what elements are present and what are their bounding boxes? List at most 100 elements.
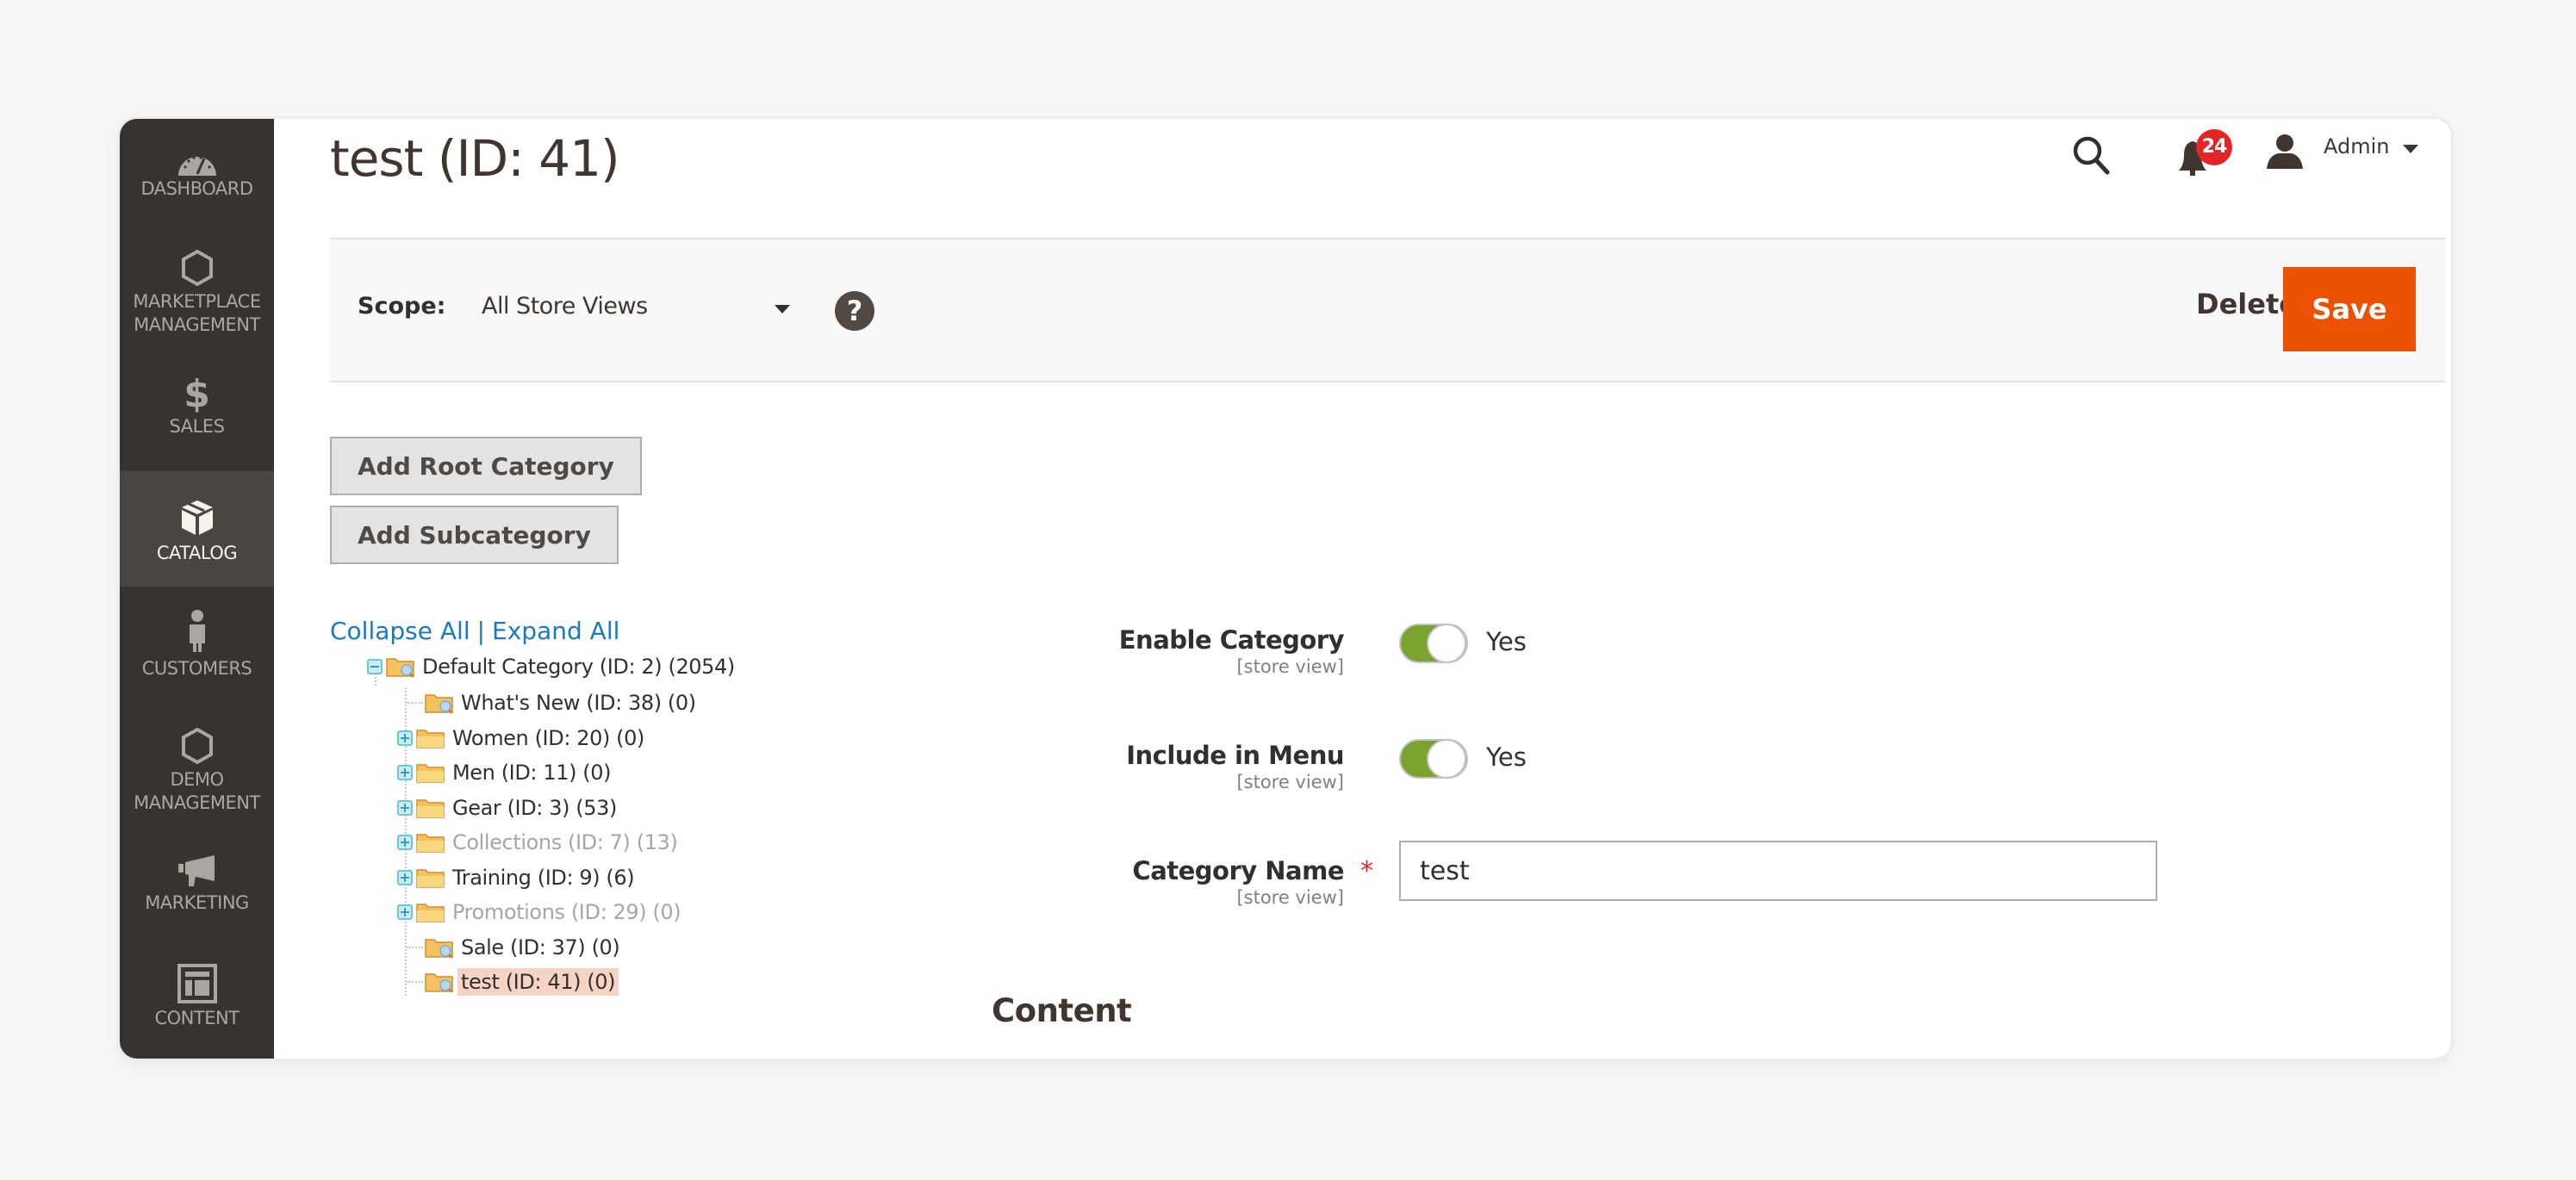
tree-node-label: test (ID: 41) (0) — [457, 968, 619, 996]
user-avatar-icon[interactable] — [2265, 133, 2305, 169]
page-actions-bar: Scope: All Store Views ? Delete Save — [330, 238, 2446, 382]
field-scope: [store view] — [1236, 772, 1344, 792]
hexagon-icon — [181, 249, 213, 287]
folder-anchor-icon — [425, 939, 453, 959]
tree-connector — [406, 702, 423, 704]
section-content[interactable]: Content — [992, 958, 2451, 1059]
toggle-knob — [1427, 739, 1466, 779]
tree-controls-separator: | — [476, 617, 486, 645]
expand-node-icon[interactable] — [397, 800, 413, 816]
layout-icon — [177, 964, 217, 1003]
user-name[interactable]: Admin — [2324, 134, 2390, 158]
dashboard-gauge-icon — [177, 156, 216, 176]
enable-category-value: Yes — [1486, 627, 1527, 656]
folder-anchor-icon — [425, 973, 453, 993]
expand-all-link[interactable]: Expand All — [492, 617, 619, 645]
tree-node[interactable]: Training (ID: 9) (6) — [397, 862, 638, 893]
folder-icon — [416, 869, 445, 888]
category-name-input[interactable] — [1399, 841, 2157, 901]
collapse-node-icon[interactable] — [367, 659, 383, 674]
sidebar-item-label: Catalog — [156, 543, 238, 563]
sidebar-item-label: Demo Management — [134, 769, 260, 813]
add-subcategory-button[interactable]: Add Subcategory — [330, 506, 619, 564]
sidebar-item-dashboard[interactable]: Dashboard — [120, 131, 274, 226]
sidebar-item-content[interactable]: Content — [120, 959, 274, 1053]
folder-icon — [416, 764, 445, 783]
tree-node[interactable]: Gear (ID: 3) (53) — [397, 792, 620, 823]
sidebar-item-demo-management[interactable]: Demo Management — [120, 722, 274, 825]
scope-switcher[interactable]: All Store Views — [482, 293, 648, 320]
tree-node[interactable]: Promotions (ID: 29) (0) — [397, 897, 684, 928]
expand-node-icon[interactable] — [397, 904, 413, 920]
folder-icon — [416, 834, 445, 853]
sidebar: Dashboard Marketplace Management $ Sales… — [120, 119, 274, 1059]
sidebar-item-sales[interactable]: $ Sales — [120, 374, 274, 460]
tree-node-label: Men (ID: 11) (0) — [452, 761, 612, 785]
tree-node-label: Promotions (ID: 29) (0) — [452, 900, 681, 924]
folder-anchor-icon — [425, 694, 453, 714]
box-icon — [181, 500, 213, 535]
folder-anchor-icon — [386, 658, 414, 678]
sidebar-item-marketing[interactable]: Marketing — [120, 847, 274, 933]
folder-icon — [416, 799, 445, 818]
tree-connector — [406, 981, 423, 983]
folder-icon — [416, 730, 445, 748]
megaphone-icon — [177, 855, 215, 886]
hexagon-icon — [181, 727, 213, 765]
tree-node-label: Gear (ID: 3) (53) — [452, 796, 617, 820]
tree-node-root[interactable]: Default Category (ID: 2) (2054) — [367, 651, 738, 682]
field-label: Enable Category — [1118, 625, 1345, 655]
expand-node-icon[interactable] — [397, 870, 413, 885]
tree-node[interactable]: What's New (ID: 38) (0) — [406, 687, 700, 718]
tree-node-label: Women (ID: 20) (0) — [452, 726, 644, 750]
sidebar-item-customers[interactable]: Customers — [120, 595, 274, 699]
sidebar-item-marketplace-management[interactable]: Marketplace Management — [120, 244, 274, 347]
person-icon — [189, 610, 205, 652]
sidebar-item-label: Marketing — [145, 892, 249, 913]
field-label: Category Name — [1132, 856, 1344, 885]
enable-category-label: Enable Category [store view] — [913, 625, 1345, 677]
tree-node-label: Collections (ID: 7) (13) — [452, 830, 678, 854]
tree-node-label: What's New (ID: 38) (0) — [461, 691, 696, 715]
sidebar-item-catalog[interactable]: Catalog — [120, 471, 274, 587]
admin-window: Dashboard Marketplace Management $ Sales… — [120, 119, 2451, 1059]
sidebar-item-label: Dashboard — [140, 178, 253, 199]
sidebar-item-label: Marketplace Management — [133, 291, 261, 335]
tree-node[interactable]: Men (ID: 11) (0) — [397, 757, 614, 788]
tree-node-label: Sale (ID: 37) (0) — [461, 935, 620, 960]
tree-node[interactable]: test (ID: 41) (0) — [406, 966, 619, 997]
dollar-icon: $ — [184, 372, 210, 416]
collapse-all-link[interactable]: Collapse All — [330, 617, 470, 645]
field-scope: [store view] — [1236, 656, 1344, 677]
field-scope: [store view] — [1236, 887, 1344, 908]
add-root-category-button[interactable]: Add Root Category — [330, 437, 642, 495]
enable-category-toggle[interactable] — [1399, 624, 1468, 663]
user-menu-caret-icon[interactable] — [2403, 145, 2418, 153]
tree-node-label: Training (ID: 9) (6) — [452, 866, 635, 890]
tree-connector — [406, 947, 423, 948]
scope-caret-icon[interactable] — [775, 305, 790, 314]
include-in-menu-value: Yes — [1486, 742, 1527, 772]
page-title: test (ID: 41) — [330, 129, 620, 188]
save-button[interactable]: Save — [2283, 267, 2416, 351]
required-asterisk: * — [1360, 856, 1373, 886]
include-in-menu-label: Include in Menu [store view] — [913, 741, 1344, 792]
expand-node-icon[interactable] — [397, 765, 413, 780]
tree-node[interactable]: Sale (ID: 37) (0) — [406, 932, 623, 963]
notifications-badge[interactable]: 24 — [2196, 129, 2232, 165]
expand-node-icon[interactable] — [397, 730, 413, 746]
help-icon[interactable]: ? — [835, 291, 874, 331]
sidebar-item-label: Customers — [141, 658, 252, 679]
section-title: Content — [992, 992, 1132, 1029]
tree-node[interactable]: Collections (ID: 7) (13) — [397, 827, 681, 858]
tree-node[interactable]: Women (ID: 20) (0) — [397, 723, 648, 754]
search-icon[interactable] — [2071, 134, 2112, 177]
category-name-label: Category Name [store view] — [913, 856, 1344, 908]
sidebar-item-label: Sales — [169, 416, 225, 437]
sidebar-item-label: Content — [154, 1008, 240, 1028]
scope-label: Scope: — [358, 293, 446, 320]
toggle-knob — [1427, 624, 1466, 663]
folder-icon — [416, 904, 445, 922]
expand-node-icon[interactable] — [397, 835, 413, 850]
include-in-menu-toggle[interactable] — [1399, 739, 1468, 779]
